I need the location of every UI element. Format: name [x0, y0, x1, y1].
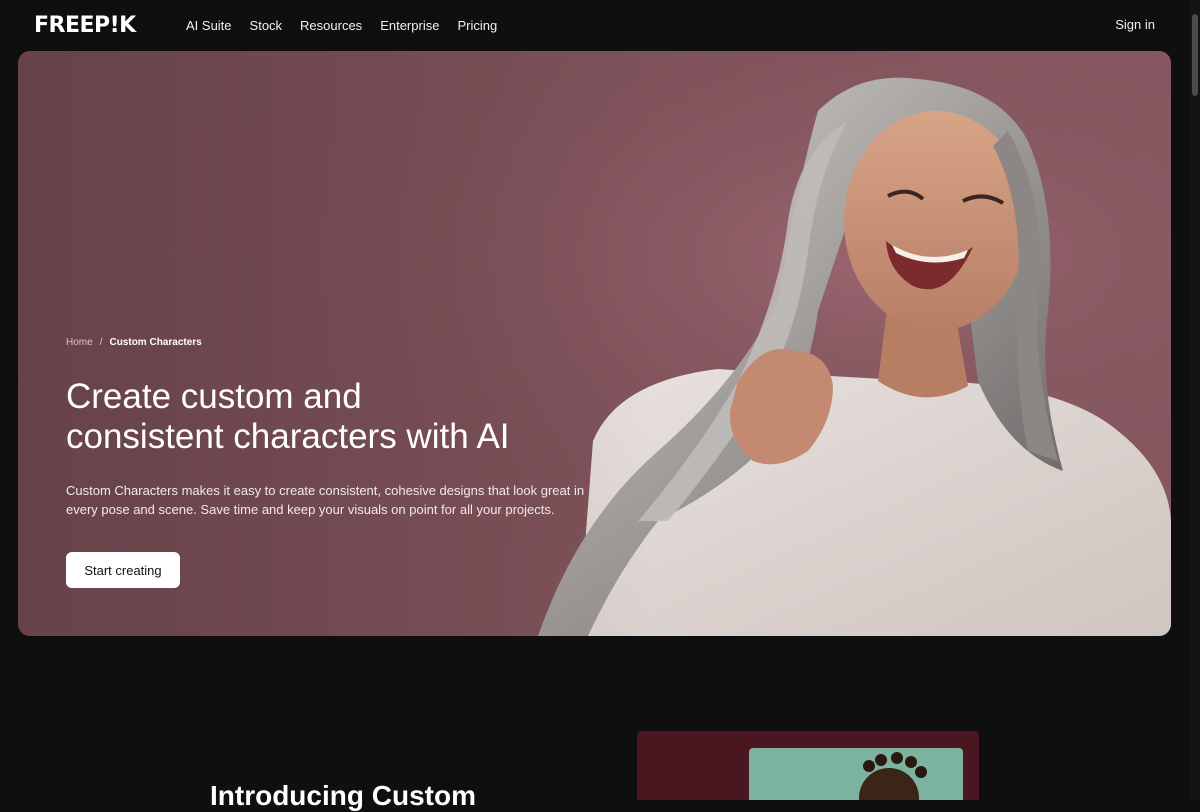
feature-preview-image: [749, 748, 963, 800]
preview-portrait-icon: [859, 752, 927, 800]
nav-pricing[interactable]: Pricing: [457, 18, 497, 33]
hero-banner: Home / Custom Characters Create custom a…: [18, 51, 1171, 636]
nav-enterprise[interactable]: Enterprise: [380, 18, 439, 33]
start-creating-button[interactable]: Start creating: [66, 552, 180, 588]
main-nav: AI Suite Stock Resources Enterprise Pric…: [186, 18, 497, 33]
breadcrumb-home[interactable]: Home: [66, 337, 93, 348]
nav-resources[interactable]: Resources: [300, 18, 362, 33]
nav-stock[interactable]: Stock: [250, 18, 283, 33]
intro-section-title: Introducing Custom: [210, 780, 476, 811]
sign-in-link[interactable]: Sign in: [1115, 17, 1155, 32]
feature-preview-card: [637, 731, 979, 800]
top-navigation: FREEP!K AI Suite Stock Resources Enterpr…: [0, 0, 1200, 50]
hero-title: Create custom and consistent characters …: [66, 377, 586, 457]
hero-title-line-1: Create custom and: [66, 377, 362, 416]
hero-description: Custom Characters makes it easy to creat…: [66, 483, 585, 517]
nav-ai-suite[interactable]: AI Suite: [186, 18, 232, 33]
breadcrumb-separator: /: [99, 337, 103, 348]
breadcrumb-current: Custom Characters: [109, 337, 202, 348]
breadcrumb: Home / Custom Characters: [66, 337, 202, 348]
hero-title-line-2: consistent characters with AI: [66, 417, 510, 456]
freepik-logo[interactable]: FREEP!K: [34, 13, 156, 38]
page-scrollbar[interactable]: [1190, 0, 1200, 800]
scrollbar-thumb[interactable]: [1192, 14, 1198, 96]
